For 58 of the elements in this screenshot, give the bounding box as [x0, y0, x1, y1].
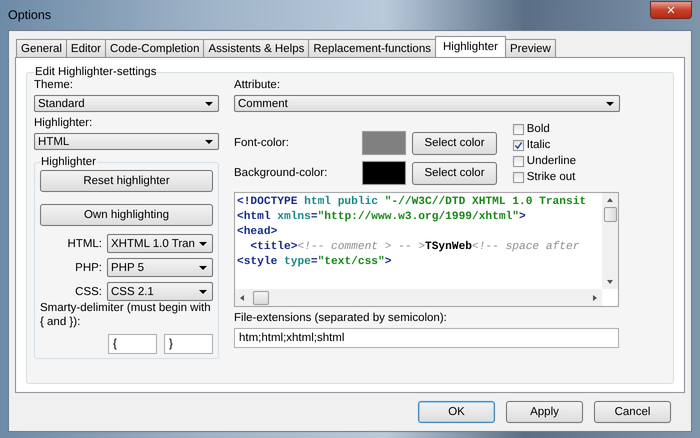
- field-label: Font-color:: [234, 137, 290, 149]
- attribute-dropdown[interactable]: Comment: [234, 95, 620, 112]
- tab[interactable]: Preview: [504, 39, 556, 57]
- checkbox-label: Bold: [526, 122, 550, 136]
- scroll-up-icon[interactable]: [607, 198, 613, 202]
- tab[interactable]: Highlighter: [434, 36, 506, 57]
- version-dropdown[interactable]: PHP 5: [107, 258, 213, 277]
- dialog-button[interactable]: Cancel: [594, 401, 671, 423]
- input-field[interactable]: htm;html;xhtml;shtml: [234, 328, 619, 348]
- input-field[interactable]: {: [108, 334, 157, 354]
- scroll-right-icon[interactable]: [593, 294, 597, 300]
- code-line: <head>: [237, 225, 278, 240]
- field-label: CSS:: [75, 286, 102, 298]
- scroll-thumb[interactable]: [253, 290, 269, 304]
- highlighter-dropdown[interactable]: HTML: [34, 133, 219, 150]
- field-label: Smarty-delimiter (must begin with { and }):: [40, 302, 211, 328]
- checkbox-label: Underline: [526, 154, 576, 168]
- dialog-button[interactable]: OK: [418, 401, 495, 423]
- field-label: Highlighter:: [34, 116, 94, 131]
- field-label: PHP:: [75, 262, 102, 274]
- group-title: Edit Highlighter-settings: [34, 66, 158, 78]
- group-title: Highlighter: [40, 156, 97, 168]
- window-title: Options: [8, 8, 52, 22]
- code-line: <html xmlns="http://www.w3.org/1999/xhtml">: [237, 210, 526, 225]
- version-dropdown[interactable]: XHTML 1.0 Tran: [107, 234, 213, 253]
- tab[interactable]: Replacement-functions: [308, 39, 436, 57]
- theme-dropdown[interactable]: Standard: [34, 95, 219, 112]
- field-label: HTML:: [68, 238, 102, 250]
- scroll-thumb[interactable]: [604, 207, 616, 222]
- dialog-button[interactable]: Apply: [506, 401, 583, 423]
- tab[interactable]: General: [16, 39, 67, 57]
- field-label: Theme:: [34, 78, 74, 93]
- input-field[interactable]: }: [164, 334, 213, 354]
- checkbox[interactable]: [512, 172, 524, 182]
- action-button[interactable]: Reset highlighter: [40, 170, 213, 192]
- checkbox[interactable]: [512, 156, 524, 166]
- close-button[interactable]: ✕: [650, 1, 692, 19]
- checkbox-label: Italic: [526, 138, 550, 152]
- tab[interactable]: Assistents & Helps: [203, 39, 310, 57]
- horizontal-scrollbar[interactable]: [235, 289, 602, 306]
- code-line: <style type="text/css">: [237, 255, 392, 270]
- field-label: File-extensions (separated by semicolon):: [234, 311, 448, 326]
- checkbox-label: Strike out: [526, 170, 576, 184]
- tab[interactable]: Code-Completion: [104, 39, 204, 57]
- tab[interactable]: Editor: [66, 39, 106, 57]
- checkbox[interactable]: [512, 140, 524, 150]
- select-color-button[interactable]: Select color: [412, 162, 497, 184]
- scroll-left-icon[interactable]: [240, 294, 244, 300]
- code-line: <!DOCTYPE html public "-//W3C//DTD XHTML 1.0 Transit: [237, 195, 586, 210]
- scroll-down-icon[interactable]: [607, 280, 613, 284]
- field-label: Attribute:: [234, 78, 282, 93]
- action-button[interactable]: Own highlighting: [40, 204, 213, 226]
- version-dropdown[interactable]: CSS 2.1: [107, 282, 213, 301]
- vertical-scrollbar[interactable]: [602, 193, 618, 289]
- field-label: Background-color:: [234, 167, 328, 179]
- checkbox[interactable]: [512, 124, 524, 134]
- select-color-button[interactable]: Select color: [412, 132, 497, 154]
- code-line: <title><!-- comment > -- >TSynWeb<!-- space after: [249, 240, 580, 255]
